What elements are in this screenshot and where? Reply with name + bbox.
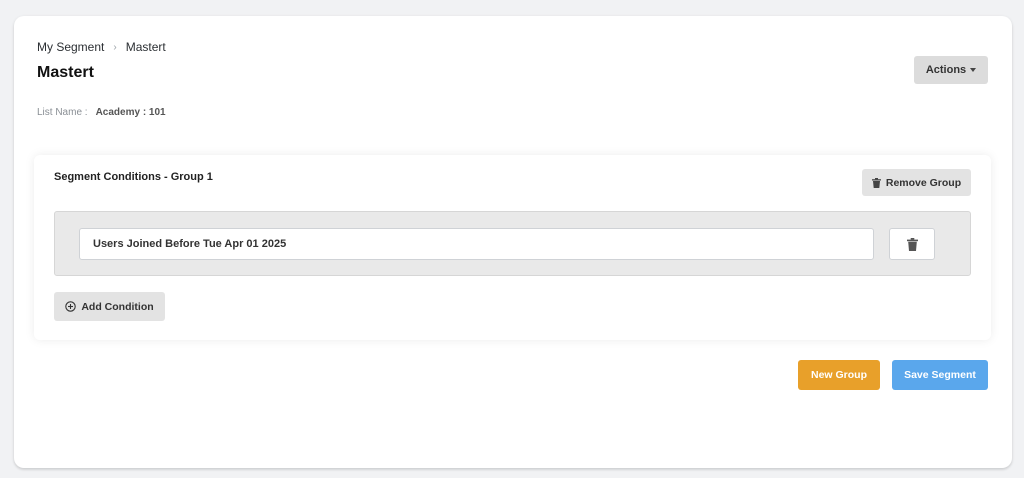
segment-card: My Segment › Mastert Mastert Actions Lis… <box>14 16 1012 468</box>
breadcrumb-item-my-segment[interactable]: My Segment <box>37 40 104 54</box>
remove-group-label: Remove Group <box>885 176 962 189</box>
chevron-right-icon: › <box>113 41 117 53</box>
actions-dropdown-button[interactable]: Actions <box>914 56 988 84</box>
new-group-button[interactable]: New Group <box>798 360 880 390</box>
save-segment-button[interactable]: Save Segment <box>892 360 988 390</box>
group-title: Segment Conditions - Group 1 <box>54 171 213 183</box>
condition-row: Users Joined Before Tue Apr 01 2025 <box>54 211 971 276</box>
trash-icon <box>871 177 881 188</box>
add-condition-button[interactable]: Add Condition <box>54 292 165 321</box>
remove-group-button[interactable]: Remove Group <box>862 169 971 196</box>
list-name-label: List Name : <box>37 107 88 118</box>
breadcrumb: My Segment › Mastert <box>37 40 166 54</box>
trash-icon <box>906 237 918 251</box>
breadcrumb-item-current: Mastert <box>125 40 166 54</box>
add-condition-label: Add Condition <box>81 300 154 313</box>
caret-down-icon <box>970 68 977 72</box>
page-title: Mastert <box>37 64 94 81</box>
list-name-info: List Name : Academy : 101 <box>37 107 166 118</box>
plus-circle-icon <box>65 301 77 312</box>
condition-field[interactable]: Users Joined Before Tue Apr 01 2025 <box>79 228 874 260</box>
segment-group-1: Segment Conditions - Group 1 Remove Grou… <box>34 155 991 340</box>
actions-label: Actions <box>925 64 967 76</box>
delete-condition-button[interactable] <box>889 228 935 260</box>
list-name-value: Academy : 101 <box>95 107 166 118</box>
